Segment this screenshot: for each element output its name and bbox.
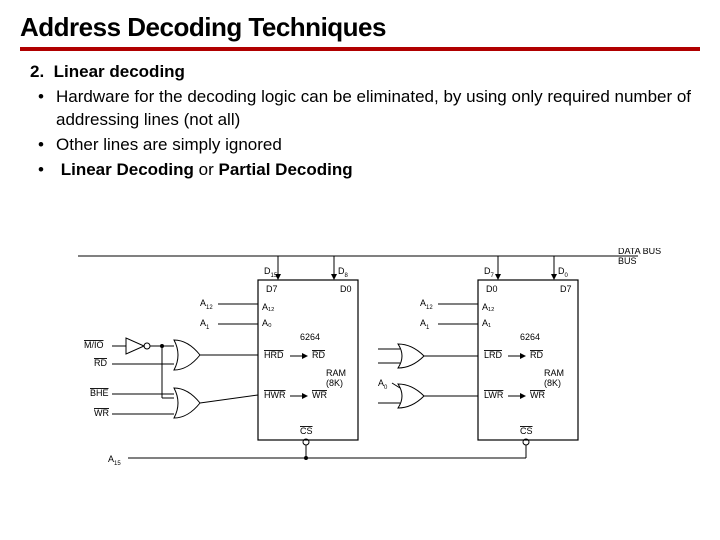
svg-text:A1: A1 (420, 318, 430, 331)
circuit-diagram: DATA BUS BUS D15 D8 D7 D0 A₁₂ A₀ 6264 HR… (78, 248, 668, 478)
chip-left: D15 D8 D7 D0 A₁₂ A₀ 6264 HRD RD RAM (8K)… (258, 256, 358, 458)
svg-text:LWR: LWR (484, 390, 504, 400)
svg-text:RD: RD (94, 358, 107, 368)
svg-text:RD: RD (312, 350, 325, 360)
svg-text:D8: D8 (338, 266, 349, 279)
item-number: 2. (30, 62, 44, 81)
bullet-list: Hardware for the decoding logic can be e… (30, 86, 700, 182)
svg-text:(8K): (8K) (544, 378, 561, 388)
svg-text:A0: A0 (378, 378, 388, 391)
svg-text:D7: D7 (484, 266, 495, 279)
svg-text:6264: 6264 (300, 332, 320, 342)
svg-text:D0: D0 (486, 284, 498, 294)
right-signals: A12 A1 A0 (378, 298, 478, 408)
list-item: Hardware for the decoding logic can be e… (34, 86, 700, 132)
svg-text:A₁₂: A₁₂ (482, 302, 495, 312)
svg-text:RD: RD (530, 350, 543, 360)
svg-text:D7: D7 (560, 284, 572, 294)
svg-text:D0: D0 (340, 284, 352, 294)
svg-text:HRD: HRD (264, 350, 284, 360)
svg-text:A1: A1 (200, 318, 210, 331)
svg-text:A12: A12 (420, 298, 433, 311)
svg-text:A₀: A₀ (262, 318, 272, 328)
label-data: DATA BUS (618, 248, 661, 256)
svg-text:WR: WR (530, 390, 545, 400)
svg-text:RAM: RAM (326, 368, 346, 378)
svg-text:BUS: BUS (618, 256, 637, 266)
list-number: 2. Linear decoding (30, 61, 700, 84)
svg-text:CS: CS (300, 426, 313, 436)
svg-text:CS: CS (520, 426, 533, 436)
svg-text:(8K): (8K) (326, 378, 343, 388)
list-item: Linear Decoding or Partial Decoding (34, 159, 700, 182)
slide-title: Address Decoding Techniques (20, 12, 700, 51)
bold-term: Partial Decoding (218, 160, 352, 179)
svg-text:HWR: HWR (264, 390, 286, 400)
svg-text:LRD: LRD (484, 350, 503, 360)
svg-text:A12: A12 (200, 298, 213, 311)
bold-term: Linear Decoding (61, 160, 194, 179)
svg-text:6264: 6264 (520, 332, 540, 342)
svg-text:WR: WR (312, 390, 327, 400)
svg-text:A15: A15 (108, 454, 121, 467)
svg-text:M/IO: M/IO (84, 340, 104, 350)
svg-text:RAM: RAM (544, 368, 564, 378)
svg-text:A₁: A₁ (482, 318, 491, 328)
svg-text:WR: WR (94, 408, 109, 418)
slide-content: 2. Linear decoding Hardware for the deco… (20, 61, 700, 182)
svg-text:D15: D15 (264, 266, 278, 279)
svg-text:D0: D0 (558, 266, 569, 279)
item-title: Linear decoding (54, 62, 185, 81)
list-item: Other lines are simply ignored (34, 134, 700, 157)
svg-text:D7: D7 (266, 284, 278, 294)
text: or (194, 160, 219, 179)
svg-text:A₁₂: A₁₂ (262, 302, 275, 312)
svg-text:BHE: BHE (90, 388, 109, 398)
left-signals: A12 A1 M/IO RD BHE WR A15 (84, 298, 526, 467)
chip-right: D7 D0 D0 D7 A₁₂ A₁ 6264 LRD RD RAM (8K) … (478, 256, 578, 458)
